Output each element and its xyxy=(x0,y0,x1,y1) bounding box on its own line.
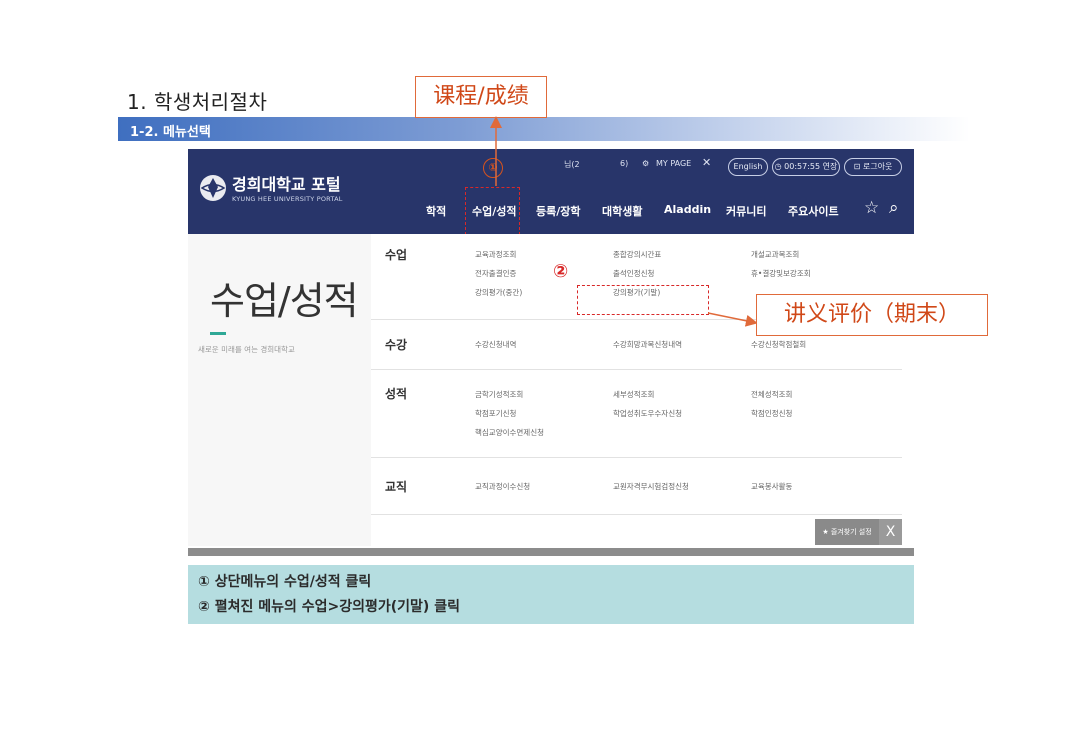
instruction-step-1: ① 상단메뉴의 수업/성적 클릭 xyxy=(198,574,372,590)
callout-arrows xyxy=(490,116,758,327)
arrow-to-callout-right xyxy=(707,312,758,327)
callout-right: 讲义评价（期末） xyxy=(756,294,988,336)
instruction-box: ① 상단메뉴의 수업/성적 클릭 ② 펼쳐진 메뉴의 수업>강의평가(기말) 클… xyxy=(188,565,914,624)
instruction-step-2: ② 펼쳐진 메뉴의 수업>강의평가(기말) 클릭 xyxy=(198,599,460,615)
